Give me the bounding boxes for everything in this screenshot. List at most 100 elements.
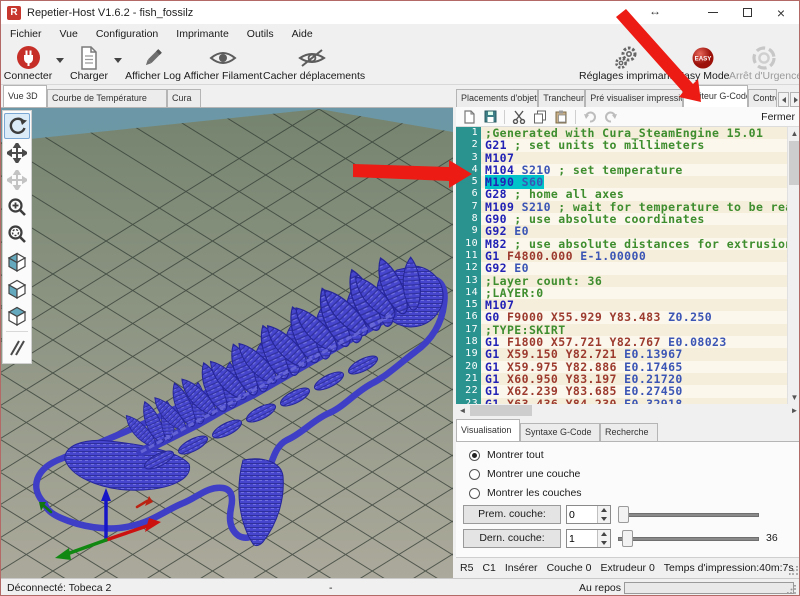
load-button[interactable]: Charger [67,45,111,83]
front-view-button[interactable] [4,275,30,301]
resize-grip[interactable] [787,585,797,595]
tab-scroll-left-button[interactable] [778,92,789,107]
gcode-lines: 1;Generated with Cura_SteamEngine 15.012… [456,127,787,404]
scroll-down-icon[interactable]: ▼ [788,391,800,404]
rotate-view-button[interactable] [4,113,30,139]
slider-thumb[interactable] [622,530,633,547]
menu-configuration[interactable]: Configuration [87,28,167,40]
menu-fichier[interactable]: Fichier [1,28,51,40]
parallel-projection-button[interactable] [4,335,30,361]
vscroll-thumb[interactable] [789,141,800,185]
menu-vue[interactable]: Vue [51,28,87,40]
slider-thumb[interactable] [618,506,629,523]
hide-travel-button[interactable]: Cacher déplacements [263,45,361,83]
line-number: 7 [456,201,481,213]
last-layer-input[interactable] [567,530,597,547]
editor-status-strip: R5C1InsérerCouche 0Extrudeur 0Temps d'im… [456,557,800,578]
spin-down-icon[interactable] [598,515,610,524]
line-number: 2 [456,139,481,151]
cut-icon[interactable] [510,109,528,125]
scroll-up-icon[interactable]: ▲ [788,127,800,140]
gcode-editor[interactable]: 1;Generated with Cura_SteamEngine 15.012… [456,127,787,404]
spin-up-icon[interactable] [598,506,610,515]
load-dropdown-caret[interactable] [114,58,122,63]
first-layer-slider[interactable] [616,505,761,524]
line-number: 17 [456,324,481,336]
connect-dropdown-caret[interactable] [56,58,64,63]
editor-status-segment: R5 [460,562,473,574]
editor-horizontal-scrollbar[interactable]: ◄ ► [456,404,800,417]
zoom-fit-button[interactable] [4,221,30,247]
radio-circle-icon[interactable] [469,469,480,480]
show-filament-button[interactable]: Afficher Filament [183,45,263,83]
move-view-button[interactable] [4,140,30,166]
radio-montrer-une-couche[interactable]: Montrer une couche [469,468,580,480]
tab-cura[interactable]: Cura [167,89,201,107]
tab-pr-visualiser-impression[interactable]: Pré visualiser impression [585,89,683,107]
maximize-button[interactable] [731,1,763,24]
hscroll-thumb[interactable] [470,405,532,416]
tab-placements-d-objets[interactable]: Placements d'objets [456,89,538,107]
spin-down-icon[interactable] [598,539,610,548]
close-button[interactable]: × [765,1,797,24]
first-layer-spinner[interactable] [566,505,611,524]
tab-visualisation[interactable]: Visualisation [456,419,520,441]
3d-scene [1,108,453,578]
window-title: Repetier-Host V1.6.2 - fish_fossilz [27,7,193,19]
main-toolbar: Connecter Charger Afficher Log Afficher … [1,44,799,85]
move-viewpoint-button[interactable] [4,167,30,193]
editor-vertical-scrollbar[interactable]: ▲ ▼ [787,127,800,404]
spin-up-icon[interactable] [598,530,610,539]
isometric-view-button[interactable] [4,248,30,274]
easy-mode-button[interactable]: EASY Easy Mode [677,45,729,83]
tab-courbe-de-temp-rature[interactable]: Courbe de Température [47,89,167,107]
slider-track[interactable] [618,537,759,541]
close-editor-button[interactable]: Fermer [761,111,797,123]
zoom-in-button[interactable] [4,194,30,220]
slider-track[interactable] [618,513,759,517]
first-layer-button[interactable]: Prem. couche: [463,505,561,524]
last-layer-button[interactable]: Dern. couche: [463,529,561,548]
resize-grip[interactable] [789,566,799,576]
tab-editeur-g-code[interactable]: Editeur G-Code [683,85,748,107]
menu-aide[interactable]: Aide [283,28,322,40]
radio-montrer-les-couches[interactable]: Montrer les couches [469,487,582,499]
scroll-right-icon[interactable]: ► [788,404,800,417]
radio-montrer-tout[interactable]: Montrer tout [469,449,544,461]
printer-settings-button[interactable]: Réglages imprimante [579,45,675,83]
save-gcode-icon[interactable] [481,109,499,125]
tab-recherche[interactable]: Recherche [600,423,658,441]
menu-imprimante[interactable]: Imprimante [167,28,238,40]
right-tab-strip: Placements d'objetsTrancheurPré visualis… [456,85,800,107]
last-layer-spinner[interactable] [566,529,611,548]
last-layer-slider[interactable] [616,529,761,548]
copy-icon[interactable] [531,109,549,125]
redo-icon[interactable] [602,109,620,125]
first-layer-input[interactable] [567,506,597,523]
eye-icon [183,45,263,70]
line-number: 8 [456,213,481,225]
gcode-editor-toolbar: Fermer [456,107,800,127]
gears-icon [579,45,675,70]
new-gcode-icon[interactable] [460,109,478,125]
tab-contr-[interactable]: Contrô [748,89,777,107]
tab-scroll-right-button[interactable] [790,92,800,107]
emergency-stop-button[interactable]: Arrêt d'Urgence [729,45,799,83]
scroll-left-icon[interactable]: ◄ [456,404,469,417]
line-number: 1 [456,127,481,139]
line-number: 9 [456,225,481,237]
tab-trancheur[interactable]: Trancheur [538,89,585,107]
top-view-button[interactable] [4,302,30,328]
radio-circle-icon[interactable] [469,450,480,461]
line-number: 22 [456,385,481,397]
3d-viewport[interactable] [1,107,453,578]
undo-icon[interactable] [581,109,599,125]
minimize-button[interactable] [697,1,729,24]
paste-icon[interactable] [552,109,570,125]
radio-circle-icon[interactable] [469,488,480,499]
menu-outils[interactable]: Outils [238,28,283,40]
tab-syntaxe-g-code[interactable]: Syntaxe G-Code [520,423,600,441]
connect-button[interactable]: Connecter [3,45,53,83]
tab-vue-3d[interactable]: Vue 3D [3,85,47,107]
show-log-button[interactable]: Afficher Log [125,45,181,83]
